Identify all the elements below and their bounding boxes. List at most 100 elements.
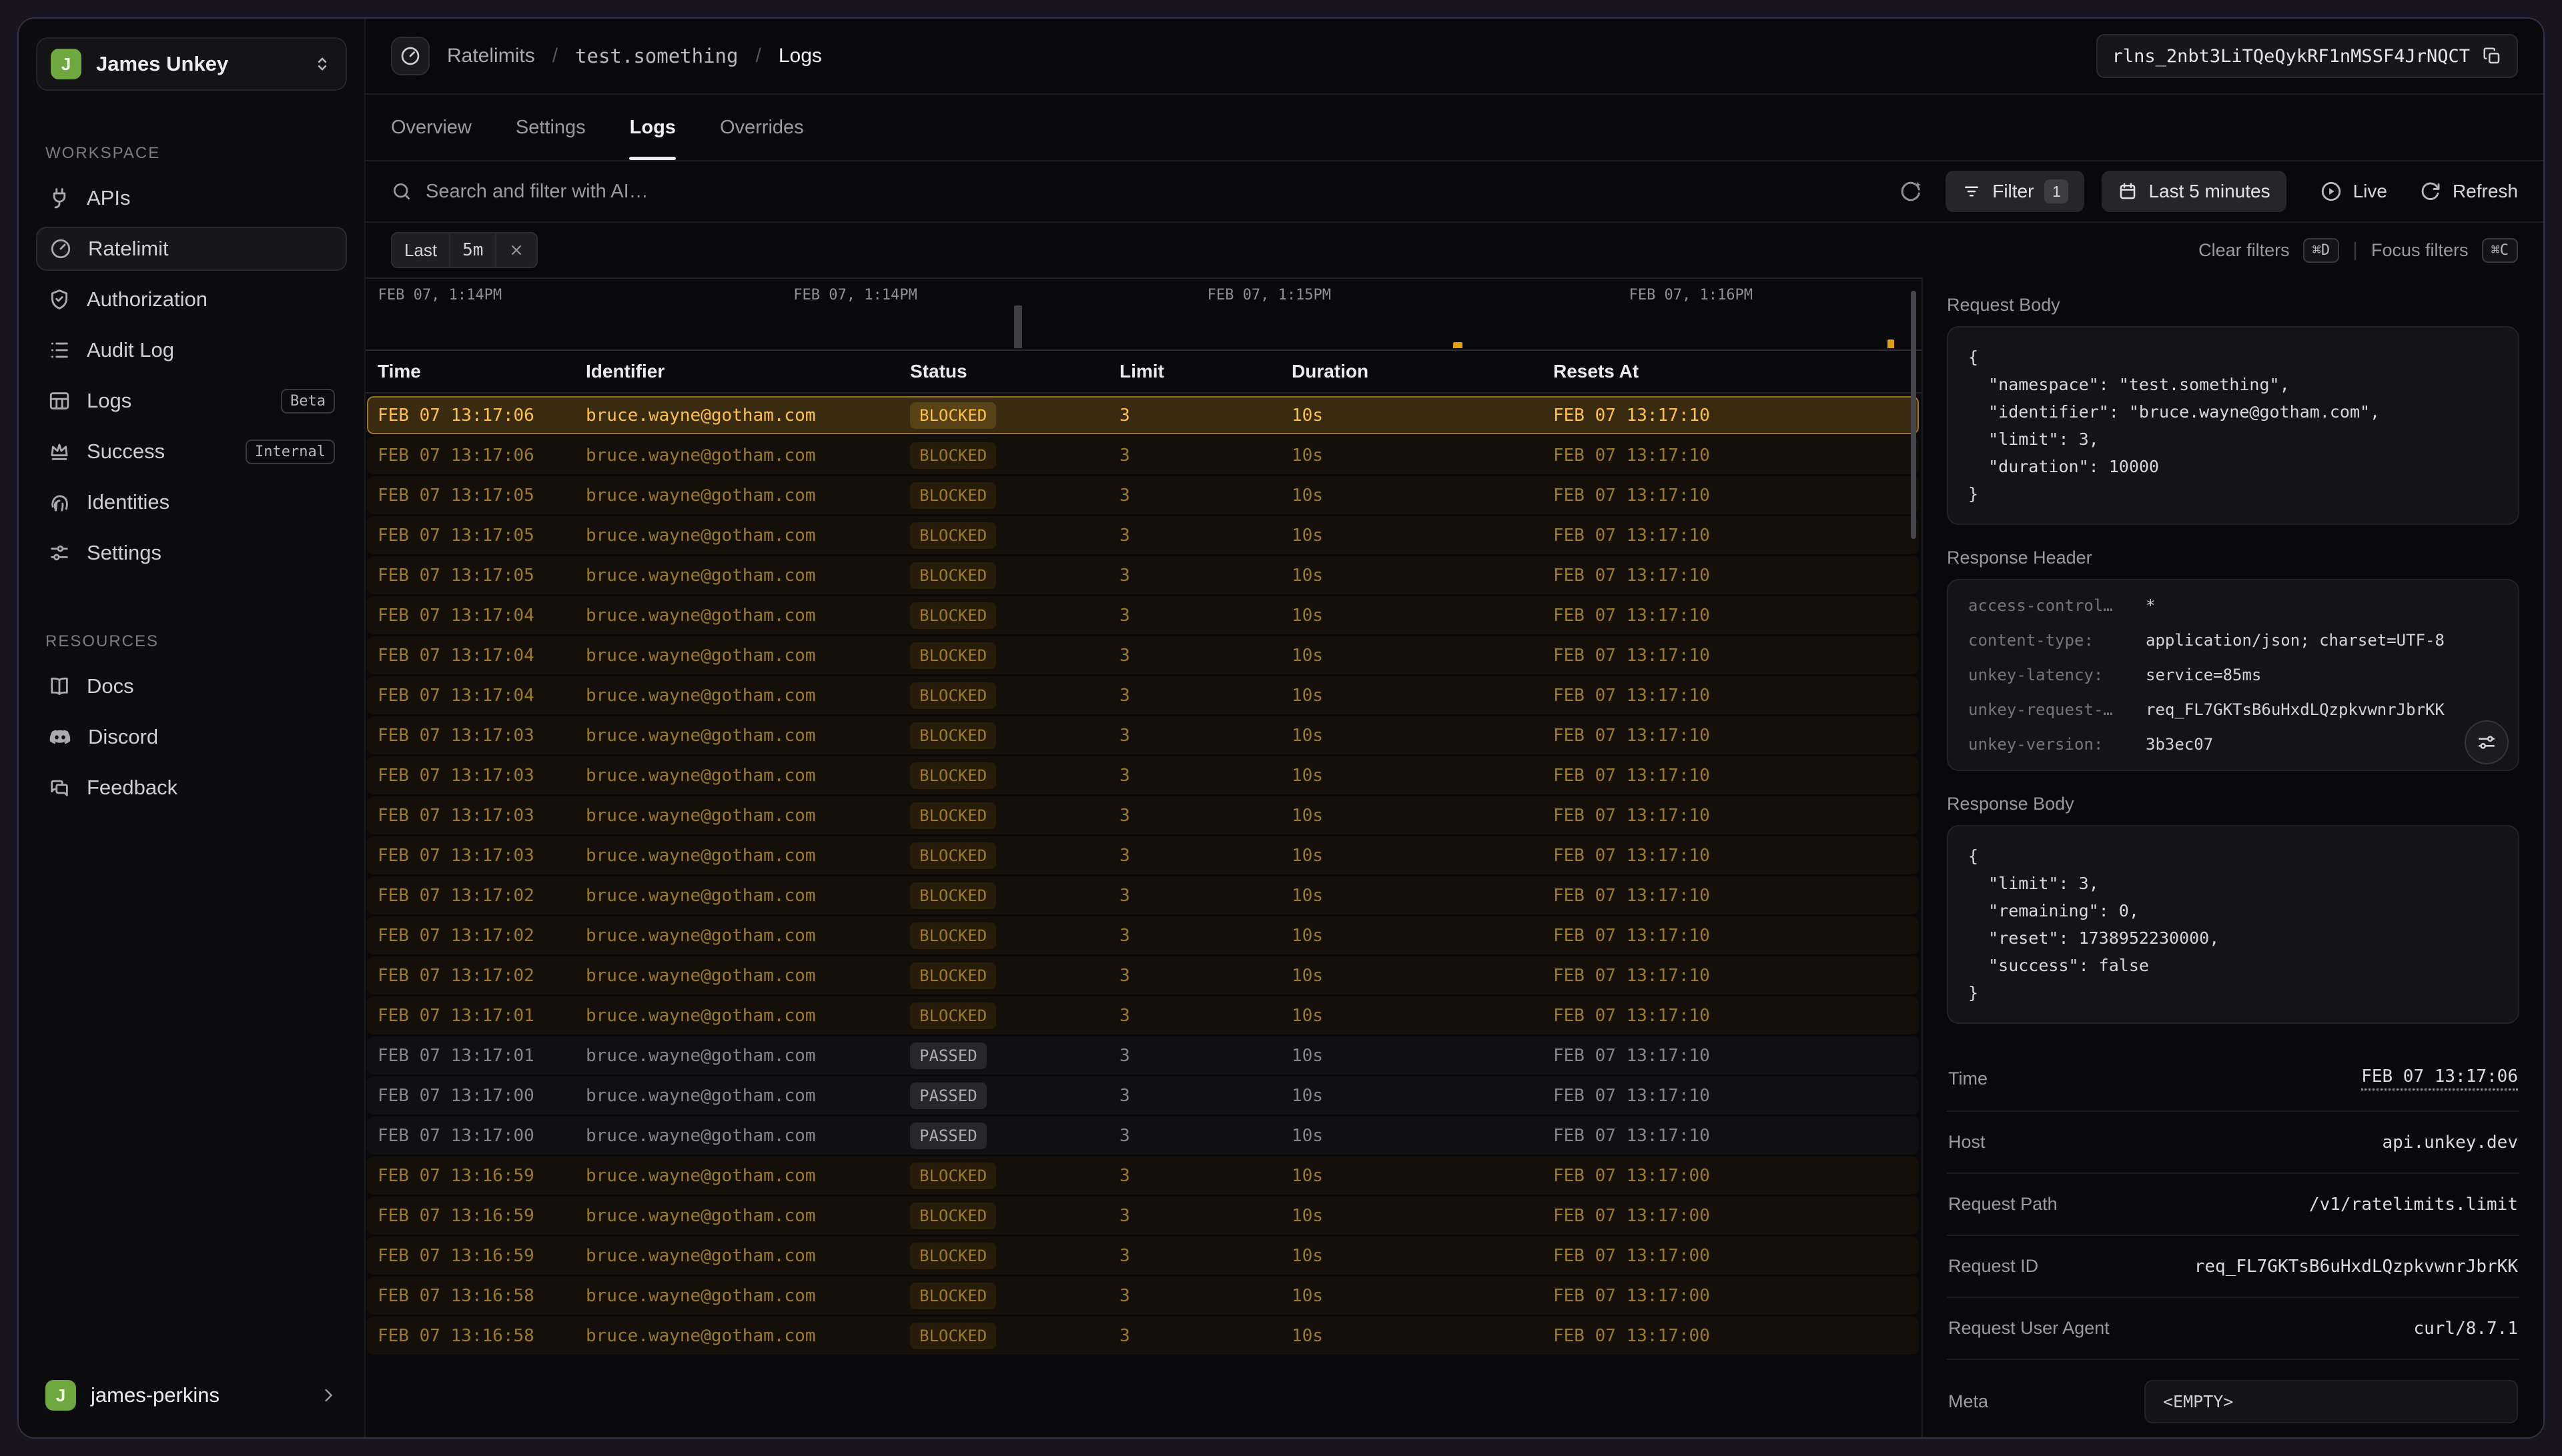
tab-logs[interactable]: Logs xyxy=(630,95,676,160)
table-row[interactable]: FEB 07 13:16:59bruce.wayne@gotham.comBLO… xyxy=(367,1237,1919,1275)
table-row[interactable]: FEB 07 13:17:02bruce.wayne@gotham.comBLO… xyxy=(367,956,1919,994)
filter-button[interactable]: Filter 1 xyxy=(1946,171,2084,212)
table-row[interactable]: FEB 07 13:17:02bruce.wayne@gotham.comBLO… xyxy=(367,916,1919,954)
header-value: application/json; charset=UTF-8 xyxy=(2146,631,2445,650)
sidebar-item-success[interactable]: SuccessInternal xyxy=(36,430,347,474)
cell-identifier: bruce.wayne@gotham.com xyxy=(586,846,910,866)
sidebar-item-apis[interactable]: APIs xyxy=(36,176,347,220)
cell-limit: 3 xyxy=(1120,726,1292,746)
table-row[interactable]: FEB 07 13:17:03bruce.wayne@gotham.comBLO… xyxy=(367,796,1919,834)
cell-status: BLOCKED xyxy=(910,402,1120,429)
status-badge: BLOCKED xyxy=(910,642,996,669)
cell-resets-at: FEB 07 13:17:00 xyxy=(1553,1246,1919,1266)
namespace-id-copy-button[interactable]: rlns_2nbt3LiTQeQykRF1nMSSF4JrNQCT xyxy=(2096,34,2518,78)
table-row[interactable]: FEB 07 13:17:04bruce.wayne@gotham.comBLO… xyxy=(367,596,1919,634)
cell-status: BLOCKED xyxy=(910,802,1120,829)
status-badge: BLOCKED xyxy=(910,922,996,949)
table-row[interactable]: FEB 07 13:17:06bruce.wayne@gotham.comBLO… xyxy=(367,436,1919,474)
detail-row-request-id: Request IDreq_FL7GKTsB6uHxdLQzpkvwnrJbrK… xyxy=(1947,1236,2519,1298)
table-row[interactable]: FEB 07 13:17:01bruce.wayne@gotham.comBLO… xyxy=(367,996,1919,1034)
cell-identifier: bruce.wayne@gotham.com xyxy=(586,406,910,426)
table-row[interactable]: FEB 07 13:17:03bruce.wayne@gotham.comBLO… xyxy=(367,756,1919,794)
table-row[interactable]: FEB 07 13:17:00bruce.wayne@gotham.comPAS… xyxy=(367,1117,1919,1155)
sidebar-item-ratelimit[interactable]: Ratelimit xyxy=(36,227,347,271)
live-button[interactable]: Live xyxy=(2320,180,2387,203)
table-row[interactable]: FEB 07 13:16:59bruce.wayne@gotham.comBLO… xyxy=(367,1197,1919,1235)
cell-limit: 3 xyxy=(1120,966,1292,986)
ratelimit-gauge-icon-button[interactable] xyxy=(391,37,430,75)
timeline-tick-label: FEB 07, 1:14PM xyxy=(378,287,502,303)
cell-status: BLOCKED xyxy=(910,562,1120,589)
tab-overview[interactable]: Overview xyxy=(391,95,472,160)
breadcrumb-root[interactable]: Ratelimits xyxy=(447,45,535,67)
table-row[interactable]: FEB 07 13:17:00bruce.wayne@gotham.comPAS… xyxy=(367,1076,1919,1115)
refresh-button[interactable]: Refresh xyxy=(2419,180,2518,203)
ai-history-icon[interactable] xyxy=(1899,179,1923,203)
sidebar-item-authorization[interactable]: Authorization xyxy=(36,277,347,321)
status-badge: BLOCKED xyxy=(910,562,996,589)
table-row[interactable]: FEB 07 13:17:04bruce.wayne@gotham.comBLO… xyxy=(367,636,1919,674)
discord-icon xyxy=(48,725,72,749)
meta-label: Meta xyxy=(1948,1391,1988,1412)
sidebar-item-badge: Beta xyxy=(281,389,335,414)
table-row[interactable]: FEB 07 13:16:59bruce.wayne@gotham.comBLO… xyxy=(367,1157,1919,1195)
search-input[interactable]: Search and filter with AI… xyxy=(391,181,1881,203)
table-row[interactable]: FEB 07 13:17:03bruce.wayne@gotham.comBLO… xyxy=(367,716,1919,754)
cell-duration: 10s xyxy=(1292,486,1553,506)
sidebar-item-docs[interactable]: Docs xyxy=(36,664,347,708)
cell-duration: 10s xyxy=(1292,1326,1553,1346)
table-row[interactable]: FEB 07 13:17:04bruce.wayne@gotham.comBLO… xyxy=(367,676,1919,714)
cell-duration: 10s xyxy=(1292,1246,1553,1266)
cell-duration: 10s xyxy=(1292,1286,1553,1306)
cell-time: FEB 07 13:17:04 xyxy=(378,646,586,666)
cell-resets-at: FEB 07 13:17:10 xyxy=(1553,926,1919,946)
sidebar-item-badge: Internal xyxy=(246,440,335,464)
sidebar-item-identities[interactable]: Identities xyxy=(36,480,347,524)
cell-status: PASSED xyxy=(910,1082,1120,1109)
sidebar-item-audit-log[interactable]: Audit Log xyxy=(36,328,347,372)
cell-status: BLOCKED xyxy=(910,602,1120,629)
table-row[interactable]: FEB 07 13:17:03bruce.wayne@gotham.comBLO… xyxy=(367,836,1919,874)
sidebar-footer-user[interactable]: J james-perkins xyxy=(36,1373,347,1417)
table-row[interactable]: FEB 07 13:16:58bruce.wayne@gotham.comBLO… xyxy=(367,1277,1919,1315)
table-row[interactable]: FEB 07 13:17:05bruce.wayne@gotham.comBLO… xyxy=(367,476,1919,514)
cell-identifier: bruce.wayne@gotham.com xyxy=(586,1286,910,1306)
table-row[interactable]: FEB 07 13:17:06bruce.wayne@gotham.comBLO… xyxy=(367,396,1919,434)
clear-filters-label[interactable]: Clear filters xyxy=(2198,240,2290,261)
table-row[interactable]: FEB 07 13:16:58bruce.wayne@gotham.comBLO… xyxy=(367,1317,1919,1355)
cell-duration: 10s xyxy=(1292,766,1553,786)
cell-limit: 3 xyxy=(1120,526,1292,546)
status-badge: BLOCKED xyxy=(910,762,996,789)
header-key: content-type: xyxy=(1968,631,2139,650)
cell-time: FEB 07 13:17:03 xyxy=(378,726,586,746)
tab-settings[interactable]: Settings xyxy=(516,95,586,160)
cell-resets-at: FEB 07 13:17:10 xyxy=(1553,606,1919,626)
events-timeline-chart[interactable]: FEB 07, 1:14PMFEB 07, 1:14PMFEB 07, 1:15… xyxy=(366,277,1922,351)
header-settings-button[interactable] xyxy=(2465,720,2509,764)
table-row[interactable]: FEB 07 13:17:01bruce.wayne@gotham.comPAS… xyxy=(367,1036,1919,1074)
focus-filters-label[interactable]: Focus filters xyxy=(2371,240,2469,261)
tab-overrides[interactable]: Overrides xyxy=(720,95,804,160)
time-range-button[interactable]: Last 5 minutes xyxy=(2102,171,2286,212)
workspace-switcher[interactable]: J James Unkey xyxy=(36,37,347,91)
sidebar-item-discord[interactable]: Discord xyxy=(36,715,347,759)
main-area: Ratelimits / test.something / Logs rlns_… xyxy=(366,19,2543,1437)
sidebar-item-settings[interactable]: Settings xyxy=(36,531,347,575)
sidebar-item-logs[interactable]: LogsBeta xyxy=(36,379,347,423)
cell-limit: 3 xyxy=(1120,686,1292,706)
breadcrumb-namespace[interactable]: test.something xyxy=(575,45,738,67)
meta-value: <EMPTY> xyxy=(2144,1380,2518,1423)
header-key: unkey-version: xyxy=(1968,735,2139,754)
cell-time: FEB 07 13:17:03 xyxy=(378,766,586,786)
cell-resets-at: FEB 07 13:17:10 xyxy=(1553,1086,1919,1106)
table-row[interactable]: FEB 07 13:17:05bruce.wayne@gotham.comBLO… xyxy=(367,516,1919,554)
filter-chip-remove[interactable] xyxy=(495,232,538,268)
book-icon xyxy=(48,675,71,698)
sidebar-item-feedback[interactable]: Feedback xyxy=(36,766,347,810)
table-row[interactable]: FEB 07 13:17:05bruce.wayne@gotham.comBLO… xyxy=(367,556,1919,594)
cell-duration: 10s xyxy=(1292,1166,1553,1186)
table-scrollbar[interactable] xyxy=(1911,291,1916,539)
table-row[interactable]: FEB 07 13:17:02bruce.wayne@gotham.comBLO… xyxy=(367,876,1919,914)
request-body-code: { "namespace": "test.something", "identi… xyxy=(1968,343,2498,508)
filter-chip-last-5m[interactable]: Last 5m xyxy=(391,232,538,268)
